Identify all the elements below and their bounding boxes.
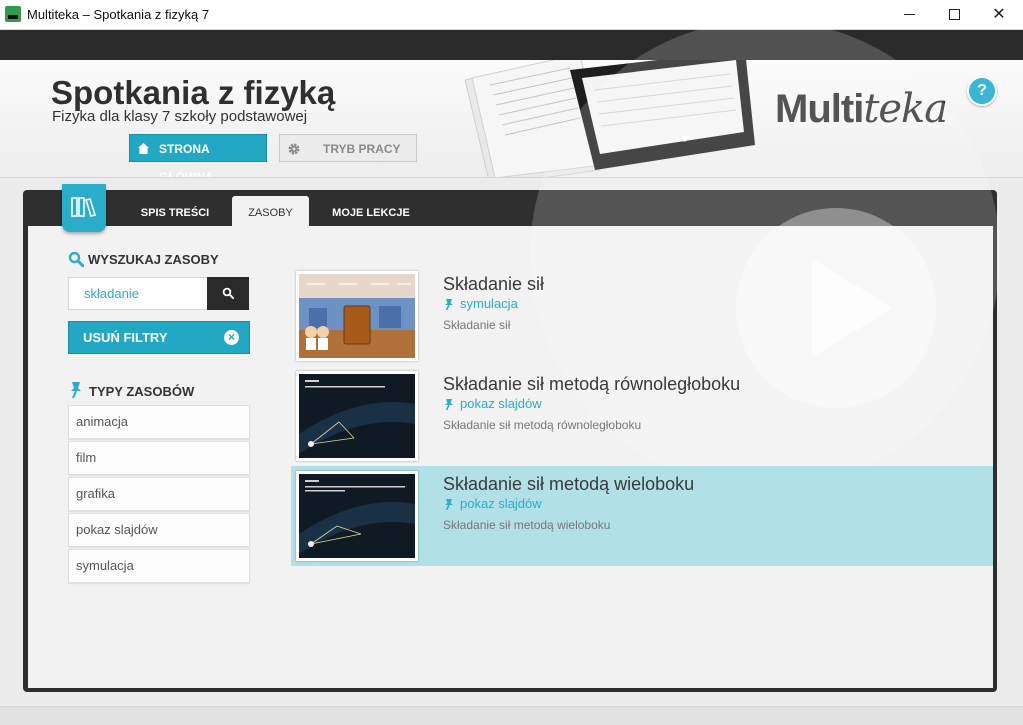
result-type: pokaz slajdów	[443, 496, 542, 511]
multiteka-logo: Multiteka	[775, 86, 948, 132]
help-icon: ?	[977, 82, 987, 99]
close-icon: ✕	[992, 6, 1006, 23]
maximize-icon	[948, 9, 960, 21]
result-title: Składanie sił	[443, 274, 545, 294]
minimize-icon	[903, 14, 915, 16]
slideshow-thumbnail-image	[299, 374, 415, 458]
book-tablet-illustration	[464, 60, 755, 177]
result-thumbnail	[296, 371, 418, 461]
result-description: Składanie sił metodą równoległoboku	[443, 418, 642, 432]
result-thumbnail	[296, 271, 418, 361]
window-titlebar: Multiteka – Spotkania z fizyką 7 ✕	[0, 0, 1023, 30]
pushpin-icon	[71, 382, 81, 399]
work-mode-label: TRYB PRACY	[323, 142, 401, 156]
type-filter-item[interactable]: animacja	[68, 405, 250, 439]
app-subtitle: Fizyka dla klasy 7 szkoły podstawowej	[52, 108, 308, 125]
result-item[interactable]: Składanie sił metodą równoległoboku poka…	[291, 366, 993, 466]
app-name: Spotkania z fizyką	[51, 74, 336, 111]
clear-filters-button[interactable]: USUŃ FILTRY ×	[68, 321, 250, 354]
app-icon	[5, 6, 21, 22]
gear-icon	[288, 143, 300, 155]
result-title: Składanie sił metodą równoległoboku	[443, 374, 741, 394]
maximize-button[interactable]	[931, 0, 977, 30]
search-icon	[222, 287, 234, 299]
result-type-label: symulacja	[460, 296, 518, 311]
work-mode-button[interactable]: TRYB PRACY	[279, 134, 417, 162]
home-button-label: STRONA GŁÓWNA	[159, 142, 214, 178]
minimize-button[interactable]	[886, 0, 932, 30]
books-icon	[71, 197, 97, 217]
type-filter-item[interactable]: symulacja	[68, 549, 250, 583]
tab-resources[interactable]: ZASOBY	[232, 196, 309, 226]
type-filter-item[interactable]: pokaz slajdów	[68, 513, 250, 547]
result-item[interactable]: Składanie sił symulacja Składanie sił	[291, 266, 993, 366]
result-title: Składanie sił metodą wieloboku	[443, 474, 695, 494]
simulation-thumbnail-image	[299, 274, 415, 358]
resources-tab-badge	[62, 184, 106, 232]
app-header: Spotkania z fizyką Fizyka dla klasy 7 sz…	[0, 60, 1023, 178]
search-heading-label: WYSZUKAJ ZASOBY	[88, 252, 219, 267]
result-type: pokaz slajdów	[443, 396, 542, 411]
type-filter-item[interactable]: grafika	[68, 477, 250, 511]
bottom-strip	[0, 706, 1023, 725]
search-input[interactable]: składanie	[68, 277, 208, 310]
slideshow-thumbnail-image	[299, 474, 415, 558]
result-type: symulacja	[443, 296, 518, 311]
result-description: Składanie sił	[443, 318, 511, 332]
result-thumbnail	[296, 471, 418, 561]
pushpin-icon	[445, 499, 453, 510]
resource-types-heading: TYPY ZASOBÓW	[68, 381, 194, 399]
top-band	[0, 30, 1023, 60]
search-icon	[68, 251, 84, 267]
close-button[interactable]: ✕	[976, 0, 1022, 30]
help-button[interactable]: ?	[967, 76, 997, 106]
window-title: Multiteka – Spotkania z fizyką 7	[27, 7, 210, 22]
home-icon	[138, 143, 149, 154]
pushpin-icon	[445, 299, 453, 310]
close-circle-icon: ×	[224, 330, 239, 345]
result-type-label: pokaz slajdów	[460, 396, 542, 411]
type-filter-item[interactable]: film	[68, 441, 250, 475]
result-type-label: pokaz slajdów	[460, 496, 542, 511]
clear-filters-label: USUŃ FILTRY	[83, 330, 168, 345]
search-button[interactable]	[207, 277, 249, 310]
search-heading: WYSZUKAJ ZASOBY	[68, 251, 219, 267]
home-button[interactable]: STRONA GŁÓWNA	[129, 134, 267, 177]
result-item-selected[interactable]: Składanie sił metodą wieloboku pokaz sla…	[291, 466, 993, 566]
tab-table-of-contents[interactable]: SPIS TREŚCI	[133, 196, 217, 226]
tab-my-lessons[interactable]: MOJE LEKCJE	[325, 196, 417, 226]
pushpin-icon	[445, 399, 453, 410]
result-description: Składanie sił metodą wieloboku	[443, 518, 611, 532]
resource-types-label: TYPY ZASOBÓW	[89, 384, 195, 399]
